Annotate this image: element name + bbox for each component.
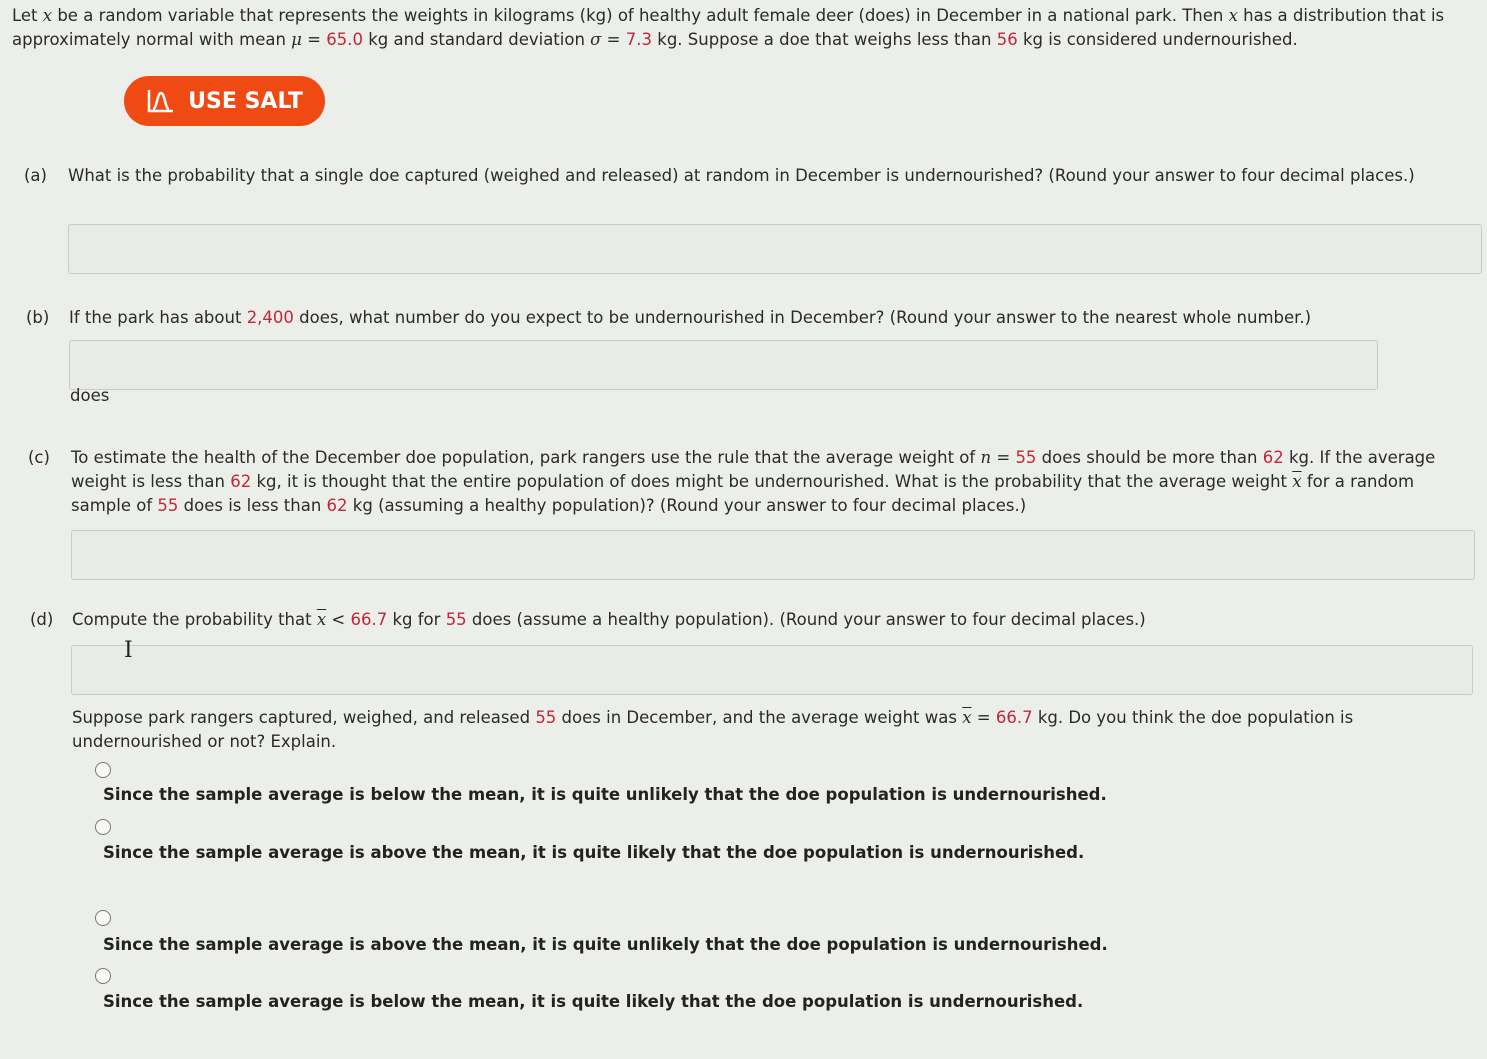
- var-xbar: x: [1292, 472, 1302, 491]
- var-xbar: x: [962, 708, 972, 727]
- weight-threshold-value: 62: [326, 496, 348, 515]
- part-d-text: kg for: [387, 610, 446, 629]
- threshold-value: 56: [996, 30, 1018, 49]
- intro-text: kg is considered undernourished.: [1017, 30, 1298, 49]
- sample-size-value: 55: [1015, 448, 1037, 467]
- intro-text: kg and standard deviation: [362, 30, 591, 49]
- sd-value: 7.3: [625, 30, 653, 49]
- option-2-label[interactable]: Since the sample average is above the me…: [103, 843, 1084, 862]
- var-xbar: x: [316, 610, 327, 629]
- option-4-radio[interactable]: [95, 968, 111, 984]
- intro-text: kg. Suppose a doe that weighs less than: [652, 30, 997, 49]
- var-x: x: [42, 6, 53, 25]
- option-3-radio[interactable]: [95, 910, 111, 926]
- var-sigma: σ: [590, 30, 602, 49]
- part-c-text: does should be more than: [1036, 448, 1263, 467]
- option-2-radio[interactable]: [95, 819, 111, 835]
- var-mu: μ: [291, 30, 302, 49]
- weight-threshold-value: 62: [1262, 448, 1284, 467]
- sample-size-value: 55: [157, 496, 179, 515]
- option-1-label[interactable]: Since the sample average is below the me…: [103, 785, 1107, 804]
- less-than: <: [326, 610, 351, 629]
- part-c-text: kg, it is thought that the entire popula…: [251, 472, 1293, 491]
- problem-intro: Let x be a random variable that represen…: [12, 4, 1482, 52]
- option-4-label[interactable]: Since the sample average is below the me…: [103, 992, 1083, 1011]
- var-n: n: [980, 448, 992, 467]
- var-x: x: [1228, 6, 1238, 25]
- use-salt-button[interactable]: USE SALT: [124, 76, 325, 126]
- population-value: 2,400: [246, 308, 294, 327]
- followup-text: does in December, and the average weight…: [556, 708, 963, 727]
- part-b-label: (b): [26, 308, 50, 327]
- text-cursor-icon: I: [124, 638, 133, 663]
- part-a-answer-input[interactable]: [68, 224, 1482, 274]
- equals: =: [301, 30, 327, 49]
- part-c-text: does is less than: [178, 496, 327, 515]
- part-b-text: does, what number do you expect to be un…: [293, 308, 1312, 327]
- intro-text: be a random variable that represents the…: [52, 6, 1229, 25]
- part-c-text: To estimate the health of the December d…: [71, 448, 981, 467]
- part-d-answer-input[interactable]: [71, 645, 1473, 695]
- followup-question: Suppose park rangers captured, weighed, …: [72, 706, 1472, 754]
- salt-distribution-icon: [147, 90, 174, 113]
- weight-threshold-value: 62: [230, 472, 252, 491]
- part-b-answer-input[interactable]: [69, 340, 1378, 390]
- part-c-text: kg (assuming a healthy population)? (Rou…: [347, 496, 1027, 515]
- part-d-label: (d): [30, 610, 54, 629]
- followup-text: Suppose park rangers captured, weighed, …: [72, 708, 536, 727]
- part-b-text: If the park has about: [69, 308, 247, 327]
- equals: =: [991, 448, 1016, 467]
- option-3-label[interactable]: Since the sample average is above the me…: [103, 935, 1108, 954]
- xbar-value: 66.7: [350, 610, 388, 629]
- part-a-label: (a): [24, 166, 47, 185]
- use-salt-label: USE SALT: [188, 88, 303, 114]
- sample-size-value: 55: [535, 708, 557, 727]
- part-d-text: Compute the probability that: [72, 610, 317, 629]
- intro-text: Let: [12, 6, 43, 25]
- equals: =: [971, 708, 996, 727]
- part-a-text: What is the probability that a single do…: [68, 166, 1415, 185]
- part-b-unit-label: does: [70, 386, 110, 405]
- part-c-label: (c): [28, 448, 50, 467]
- equals: =: [601, 30, 626, 49]
- xbar-value: 66.7: [995, 708, 1033, 727]
- mean-value: 65.0: [326, 30, 363, 49]
- part-c-answer-input[interactable]: [71, 530, 1475, 580]
- sample-size-value: 55: [445, 610, 467, 629]
- part-d-text: does (assume a healthy population). (Rou…: [466, 610, 1146, 629]
- option-1-radio[interactable]: [95, 762, 111, 778]
